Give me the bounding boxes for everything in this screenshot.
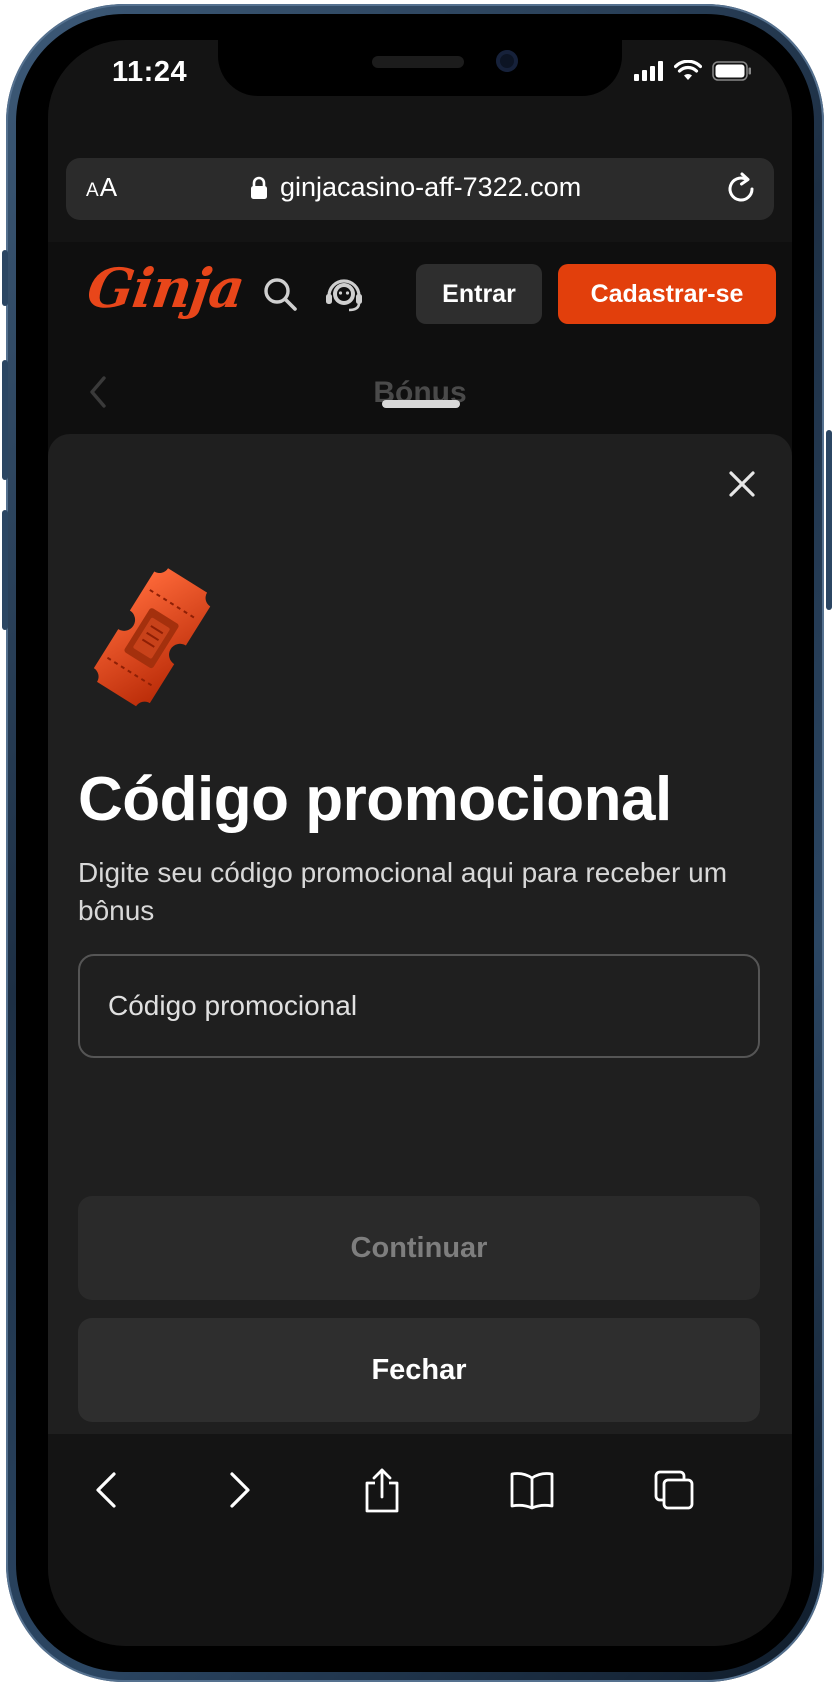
browser-address-bar: AA ginjacasino-aff-7322.com <box>48 120 792 242</box>
bookmarks-icon <box>510 1472 554 1510</box>
back-icon <box>96 1472 116 1508</box>
notch <box>218 40 622 96</box>
phone-volume-down-button <box>2 510 8 630</box>
browser-toolbar <box>48 1434 792 1646</box>
ticket-icon <box>93 568 211 707</box>
text-size-small-label: A <box>86 180 100 201</box>
cellular-signal-icon <box>634 61 663 81</box>
site-header: Ginja Entrar Cadastrar-se <box>48 242 792 347</box>
front-camera <box>496 50 518 72</box>
tabs-icon <box>654 1470 694 1510</box>
signup-button[interactable]: Cadastrar-se <box>558 264 776 324</box>
status-time: 11:24 <box>112 56 188 88</box>
url-text: ginjacasino-aff-7322.com <box>280 172 582 202</box>
close-sheet-button[interactable]: Fechar <box>78 1318 760 1422</box>
login-button[interactable]: Entrar <box>416 264 542 324</box>
continue-button[interactable]: Continuar <box>78 1196 760 1300</box>
share-icon <box>365 1468 399 1513</box>
sheet-description: Digite seu código promocional aqui para … <box>78 857 728 926</box>
speaker-grille <box>372 56 464 68</box>
text-size-large-label: A <box>99 172 119 202</box>
close-icon <box>729 471 755 497</box>
promo-code-sheet: Código promocional Digite seu código pro… <box>48 434 792 1434</box>
url-field[interactable]: AA ginjacasino-aff-7322.com <box>66 158 774 220</box>
reload-icon[interactable] <box>722 170 760 208</box>
forward-icon <box>230 1472 250 1508</box>
browser-back-button[interactable] <box>76 1460 136 1520</box>
lock-icon <box>251 176 267 199</box>
phone-power-button <box>826 430 832 610</box>
search-icon <box>264 278 297 311</box>
support-button[interactable] <box>322 272 366 316</box>
status-bar: 11:24 <box>48 40 792 120</box>
wifi-icon <box>674 60 702 80</box>
ginja-logo[interactable]: Ginja <box>84 256 248 320</box>
bookmarks-button[interactable] <box>502 1460 562 1520</box>
screen: 11:24 AA ginjacasino-aff-7322.com Ginja … <box>48 40 792 1646</box>
browser-forward-button[interactable] <box>210 1460 270 1520</box>
text-size-button[interactable]: AA <box>86 172 118 203</box>
url-display: ginjacasino-aff-7322.com <box>250 172 581 203</box>
sheet-drag-handle[interactable] <box>382 400 460 408</box>
status-icons <box>634 60 752 82</box>
phone-volume-up-button <box>2 360 8 480</box>
share-button[interactable] <box>352 1460 412 1520</box>
search-button[interactable] <box>258 272 302 316</box>
tabs-button[interactable] <box>644 1460 704 1520</box>
sheet-title: Código promocional <box>78 765 672 834</box>
phone-side-button <box>2 250 8 306</box>
support-headset-icon <box>326 279 362 312</box>
page-title-row: Bónus <box>48 346 792 436</box>
battery-icon <box>712 61 751 81</box>
promo-code-input[interactable] <box>78 954 760 1058</box>
close-button[interactable] <box>722 464 762 504</box>
